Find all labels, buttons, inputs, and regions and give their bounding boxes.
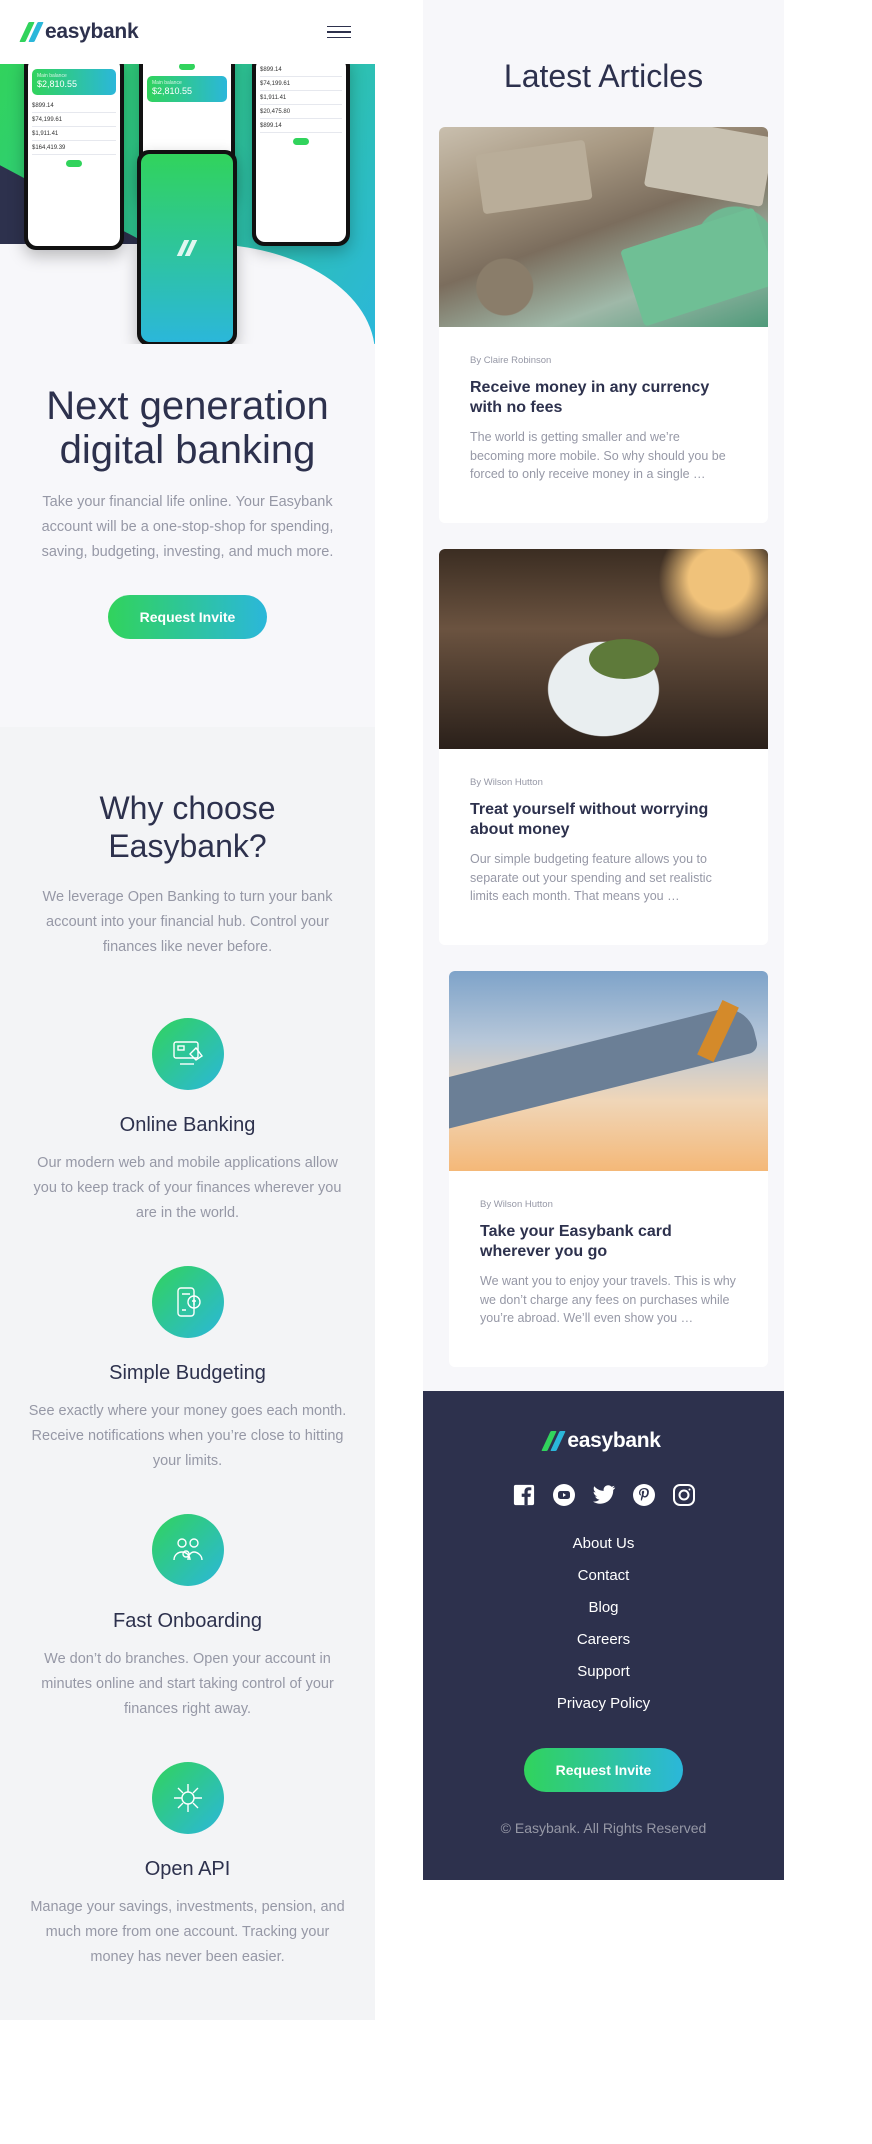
youtube-icon[interactable] (552, 1483, 576, 1507)
logo-mark-icon (19, 22, 44, 42)
logo-mark-icon (176, 240, 198, 256)
api-icon (151, 1762, 224, 1834)
article-title[interactable]: Receive money in any currency with no fe… (470, 378, 737, 418)
article-excerpt: Our simple budgeting feature allows you … (470, 852, 712, 903)
feature-title: Online Banking (119, 1114, 256, 1136)
feature-description: Our modern web and mobile applications a… (33, 1155, 342, 1221)
logo-mark-icon (541, 1431, 566, 1451)
why-description: We leverage Open Banking to turn your ba… (42, 889, 333, 955)
article-excerpt: We want you to enjoy your travels. This … (480, 1274, 736, 1325)
hero-section: Next generation digital banking Take you… (0, 344, 375, 727)
copyright-text: © Easybank. All Rights Reserved (500, 1820, 707, 1836)
feature-title: Simple Budgeting (109, 1362, 266, 1384)
social-links (423, 1483, 784, 1507)
why-section: Why choose Easybank? We leverage Open Ba… (0, 727, 375, 2020)
twitter-icon[interactable] (592, 1483, 616, 1507)
article-author: By Wilson Hutton (480, 1199, 553, 1210)
feature-description: See exactly where your money goes each m… (28, 1403, 347, 1469)
articles-section: Latest Articles By Claire Robinson Recei… (423, 0, 784, 1391)
footer-link-support[interactable]: Support (423, 1663, 784, 1680)
online-banking-icon (151, 1018, 224, 1090)
site-header: easybank (0, 0, 375, 64)
instagram-icon[interactable] (672, 1483, 696, 1507)
feature-fast-onboarding: Fast Onboarding We don’t do branches. Op… (24, 1514, 351, 1722)
mobile-home-page: easybank Main balance $2,810.55 $899.14 $… (0, 0, 375, 2020)
footer-nav: About Us Contact Blog Careers Support Pr… (423, 1535, 784, 1712)
hamburger-icon[interactable] (327, 25, 351, 39)
articles-and-footer: Latest Articles By Claire Robinson Recei… (423, 0, 784, 1880)
logo[interactable]: easybank (19, 20, 139, 44)
footer-link-careers[interactable]: Careers (423, 1631, 784, 1648)
article-author: By Wilson Hutton (470, 777, 543, 788)
footer-link-privacy-policy[interactable]: Privacy Policy (423, 1695, 784, 1712)
restaurant-photo (439, 549, 768, 749)
balance-text: $2,810.55 (37, 79, 78, 89)
footer-link-about-us[interactable]: About Us (423, 1535, 784, 1552)
article-author: By Claire Robinson (470, 355, 552, 366)
phone-mockup-right: $899.14 $74,199.61 $1,911.41 $20,475.80 … (252, 64, 350, 246)
article-card[interactable]: By Claire Robinson Receive money in any … (439, 127, 768, 523)
why-title: Why choose Easybank? (99, 790, 276, 864)
pinterest-icon[interactable] (632, 1483, 656, 1507)
footer-link-contact[interactable]: Contact (423, 1567, 784, 1584)
facebook-icon[interactable] (512, 1483, 536, 1507)
site-footer: easybank About Us Contact Blog Careers S… (423, 1391, 784, 1880)
currency-photo (439, 127, 768, 327)
phone-mockup-left: Main balance $2,810.55 $899.14 $74,199.61… (24, 64, 124, 250)
feature-title: Fast Onboarding (113, 1610, 262, 1632)
request-invite-button[interactable]: Request Invite (107, 595, 268, 639)
article-card[interactable]: By Wilson Hutton Take your Easybank card… (449, 971, 768, 1367)
feature-description: We don’t do branches. Open your account … (41, 1651, 334, 1717)
feature-simple-budgeting: Simple Budgeting See exactly where your … (24, 1266, 351, 1474)
article-excerpt: The world is getting smaller and we’re b… (470, 430, 726, 481)
article-title[interactable]: Treat yourself without worrying about mo… (470, 800, 737, 840)
phone-mockup-front (137, 150, 237, 344)
article-title[interactable]: Take your Easybank card wherever you go (480, 1222, 737, 1262)
feature-description: Manage your savings, investments, pensio… (30, 1899, 345, 1965)
feature-title: Open API (144, 1858, 231, 1880)
feature-open-api: Open API Manage your savings, investment… (24, 1762, 351, 1970)
feature-online-banking: Online Banking Our modern web and mobile… (24, 1018, 351, 1226)
onboarding-icon (151, 1514, 224, 1586)
footer-logo[interactable]: easybank (423, 1429, 784, 1453)
logo-text: easybank (567, 1429, 661, 1452)
article-card[interactable]: By Wilson Hutton Treat yourself without … (439, 549, 768, 945)
airplane-photo (449, 971, 768, 1171)
articles-title: Latest Articles (503, 58, 704, 94)
footer-request-invite-button[interactable]: Request Invite (523, 1748, 684, 1792)
hero-title: Next generation digital banking (46, 384, 329, 472)
hero-image: Main balance $2,810.55 $899.14 $74,199.61… (0, 64, 375, 344)
budgeting-icon (151, 1266, 224, 1338)
footer-link-blog[interactable]: Blog (423, 1599, 784, 1616)
logo-text: easybank (45, 20, 139, 43)
hero-description: Take your financial life online. Your Ea… (41, 494, 334, 560)
